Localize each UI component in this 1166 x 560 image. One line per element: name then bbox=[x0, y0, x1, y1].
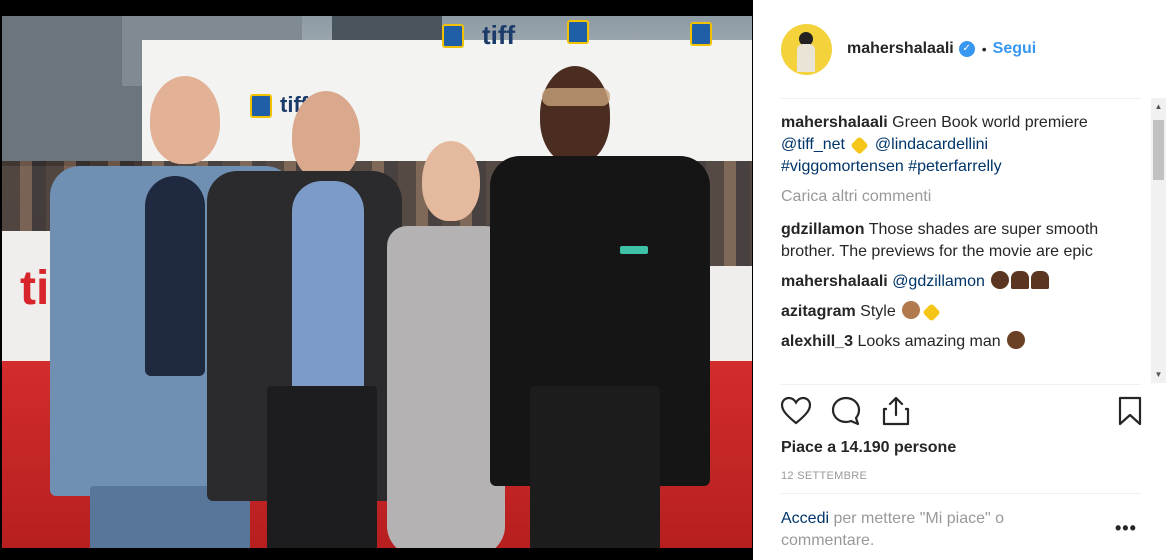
fist-emoji-icon bbox=[991, 271, 1010, 289]
caption: mahershalaali Green Book world premiere … bbox=[781, 112, 1141, 178]
actions-divider bbox=[781, 384, 1141, 385]
more-options-icon[interactable]: ••• bbox=[1115, 518, 1137, 539]
caption-mention-linda[interactable]: @lindacardellini bbox=[875, 136, 988, 153]
raised-hands-emoji-icon bbox=[1011, 271, 1030, 289]
follow-button[interactable]: Segui bbox=[993, 40, 1037, 58]
tiff-logo-2: tiff bbox=[482, 20, 516, 50]
raised-hands-emoji-icon bbox=[1031, 271, 1050, 289]
comment-item: mahershalaali @gdzillamon bbox=[781, 271, 1141, 293]
comment-mention[interactable]: @gdzillamon bbox=[892, 273, 985, 290]
post-username[interactable]: mahershalaali bbox=[847, 40, 954, 58]
photo-building-left bbox=[2, 16, 142, 166]
scroll-thumb[interactable] bbox=[1153, 120, 1164, 180]
comment-text: Style bbox=[855, 303, 901, 320]
post-actions bbox=[779, 394, 1142, 430]
sparkles-emoji-icon bbox=[922, 303, 941, 322]
comment-username[interactable]: mahershalaali bbox=[781, 273, 888, 290]
verified-badge-icon: ✓ bbox=[958, 41, 975, 57]
heart-icon[interactable] bbox=[779, 394, 813, 428]
caption-hashtag-peter[interactable]: #peterfarrelly bbox=[908, 158, 1001, 175]
ok-hand-emoji-icon bbox=[902, 301, 921, 319]
post-header: mahershalaali ✓ • Segui bbox=[753, 0, 1166, 98]
login-link[interactable]: Accedi bbox=[781, 510, 829, 527]
bookmark-icon[interactable] bbox=[1113, 394, 1147, 428]
rbc-logo bbox=[250, 94, 272, 118]
person-4-legs bbox=[530, 386, 660, 548]
caption-username[interactable]: mahershalaali bbox=[781, 114, 888, 131]
photo-canvas: tiff tiff tiff bbox=[2, 16, 752, 548]
load-more-comments-button[interactable]: Carica altri commenti bbox=[781, 186, 1141, 208]
comments-list[interactable]: mahershalaali Green Book world premiere … bbox=[781, 112, 1141, 384]
comment-item: azitagram Style bbox=[781, 301, 1141, 323]
login-divider bbox=[781, 493, 1141, 494]
avatar-body bbox=[797, 43, 815, 72]
scroll-down-arrow-icon[interactable]: ▼ bbox=[1151, 366, 1166, 383]
caption-text: Green Book world premiere bbox=[887, 114, 1088, 131]
rbc-logo bbox=[567, 20, 589, 44]
comment-item: alexhill_3 Looks amazing man bbox=[781, 331, 1141, 353]
header-separator: • bbox=[981, 41, 987, 57]
rbc-logo bbox=[442, 24, 464, 48]
comment-username[interactable]: azitagram bbox=[781, 303, 856, 320]
person-3-head bbox=[422, 141, 480, 221]
sparkles-emoji-icon bbox=[850, 136, 870, 155]
post-photo[interactable]: tiff tiff tiff bbox=[0, 0, 753, 560]
header-divider bbox=[781, 98, 1141, 99]
caption-hashtag-viggo[interactable]: #viggomortensen bbox=[781, 158, 904, 175]
person-4-head bbox=[540, 66, 610, 164]
comment-item: gdzillamon Those shades are super smooth… bbox=[781, 219, 1141, 263]
login-prompt: Accedi per mettere "Mi piace" o commenta… bbox=[781, 508, 1061, 552]
person-2-shirt bbox=[292, 181, 364, 391]
share-icon[interactable] bbox=[879, 394, 913, 428]
comment-username[interactable]: alexhill_3 bbox=[781, 333, 853, 350]
rbc-logo bbox=[690, 22, 712, 46]
person-4-sunglasses bbox=[542, 88, 610, 106]
post-date[interactable]: 12 SETTEMBRE bbox=[781, 470, 867, 482]
avatar[interactable] bbox=[781, 23, 832, 75]
fist-emoji-icon bbox=[1007, 331, 1026, 349]
likes-count[interactable]: Piace a 14.190 persone bbox=[781, 439, 956, 457]
comment-text: Looks amazing man bbox=[853, 333, 1006, 350]
comment-icon[interactable] bbox=[829, 394, 863, 428]
comments-scrollbar[interactable]: ▲ ▼ bbox=[1151, 98, 1166, 383]
person-2-legs bbox=[267, 386, 377, 548]
comment-username[interactable]: gdzillamon bbox=[781, 221, 865, 238]
person-4-pocket-square bbox=[620, 246, 648, 254]
person-3-dress bbox=[387, 226, 505, 548]
post-side-panel: mahershalaali ✓ • Segui mahershalaali Gr… bbox=[753, 0, 1166, 560]
person-1-head bbox=[150, 76, 220, 164]
person-2-head bbox=[292, 91, 360, 181]
scroll-up-arrow-icon[interactable]: ▲ bbox=[1151, 98, 1166, 115]
person-1-shirt bbox=[145, 176, 205, 376]
caption-mention-tiff[interactable]: @tiff_net bbox=[781, 136, 845, 153]
